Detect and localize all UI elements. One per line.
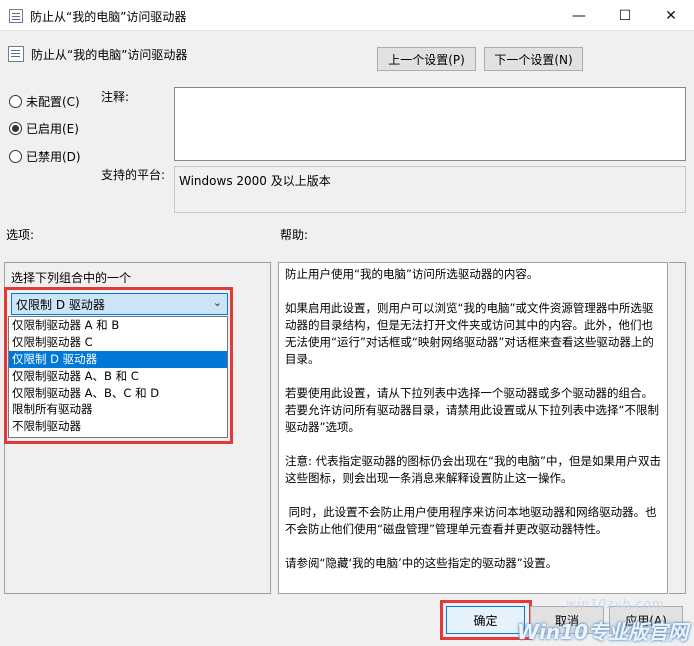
- watermark-url: win10zyb.com: [566, 597, 665, 611]
- minimize-button[interactable]: —: [556, 0, 602, 31]
- help-text-panel: 防止用户使用“我的电脑”访问所选驱动器的内容。 如果启用此设置，则用户可以浏览“…: [278, 262, 668, 594]
- radio-label: 未配置(C): [26, 95, 80, 109]
- radio-circle[interactable]: [9, 150, 22, 163]
- help-paragraph: 同时，此设置不会防止用户使用程序来访问本地驱动器和网络驱动器。也不会防止他们使用…: [285, 505, 657, 536]
- dropdown-option[interactable]: 限制所有驱动器: [9, 401, 227, 418]
- help-label: 帮助:: [280, 228, 309, 242]
- help-paragraph: 请参阅“隐藏‘我的电脑’中的这些指定的驱动器”设置。: [285, 556, 558, 570]
- options-label: 选项:: [6, 228, 35, 242]
- drive-select-value: 仅限制 D 驱动器: [16, 297, 105, 312]
- drive-dropdown-list: 仅限制驱动器 A 和 B 仅限制驱动器 C 仅限制 D 驱动器 仅限制驱动器 A…: [8, 316, 228, 438]
- policy-icon: [8, 46, 24, 62]
- radio-circle[interactable]: [9, 122, 22, 135]
- close-button[interactable]: ✕: [648, 0, 694, 31]
- dropdown-option[interactable]: 仅限制驱动器 A 和 B: [9, 317, 227, 334]
- radio-disabled[interactable]: 已禁用(D): [9, 148, 81, 165]
- help-paragraph: 防止用户使用“我的电脑”访问所选驱动器的内容。: [285, 267, 539, 281]
- next-setting-button[interactable]: 下一个设置(N): [484, 47, 583, 71]
- dropdown-option[interactable]: 仅限制驱动器 C: [9, 334, 227, 351]
- platform-field: Windows 2000 及以上版本: [174, 166, 686, 213]
- drive-select[interactable]: 仅限制 D 驱动器 ⌄: [11, 293, 228, 315]
- dropdown-option[interactable]: 不限制驱动器: [9, 418, 227, 435]
- select-label: 选择下列组合中的一个: [11, 271, 132, 285]
- policy-window-icon: [9, 9, 23, 23]
- help-paragraph: 若要使用此设置，请从下拉列表中选择一个驱动器或多个驱动器的组合。若要允许访问所有…: [285, 386, 659, 434]
- dropdown-option[interactable]: 仅限制驱动器 A、B、C 和 D: [9, 385, 227, 402]
- platform-label: 支持的平台:: [101, 168, 166, 182]
- help-scrollbar[interactable]: [669, 262, 686, 594]
- comment-textarea[interactable]: [174, 87, 686, 161]
- chevron-down-icon[interactable]: ⌄: [213, 296, 222, 309]
- radio-not-configured[interactable]: 未配置(C): [9, 93, 80, 110]
- help-paragraph: 注意: 代表指定驱动器的图标仍会出现在“我的电脑”中，但是如果用户双击这些图标，…: [285, 454, 661, 485]
- ok-button[interactable]: 确定: [446, 606, 525, 634]
- radio-label: 已启用(E): [26, 122, 79, 136]
- policy-name: 防止从“我的电脑”访问驱动器: [31, 48, 188, 62]
- radio-enabled[interactable]: 已启用(E): [9, 120, 79, 137]
- dropdown-option[interactable]: 仅限制驱动器 A、B 和 C: [9, 368, 227, 385]
- help-paragraph: 如果启用此设置，则用户可以浏览“我的电脑”或文件资源管理器中所选驱动器的目录结构…: [285, 301, 654, 366]
- title-bar: 防止从“我的电脑”访问驱动器 — ☐ ✕: [0, 0, 694, 31]
- radio-label: 已禁用(D): [26, 150, 81, 164]
- maximize-button[interactable]: ☐: [602, 0, 648, 31]
- previous-setting-button[interactable]: 上一个设置(P): [377, 47, 476, 71]
- watermark-brand: Win10专业版官网: [517, 620, 688, 644]
- platform-value: Windows 2000 及以上版本: [179, 174, 331, 188]
- radio-circle[interactable]: [9, 95, 22, 108]
- comment-label: 注释:: [101, 90, 130, 104]
- dropdown-option-selected[interactable]: 仅限制 D 驱动器: [9, 350, 227, 368]
- window-title: 防止从“我的电脑”访问驱动器: [30, 10, 187, 24]
